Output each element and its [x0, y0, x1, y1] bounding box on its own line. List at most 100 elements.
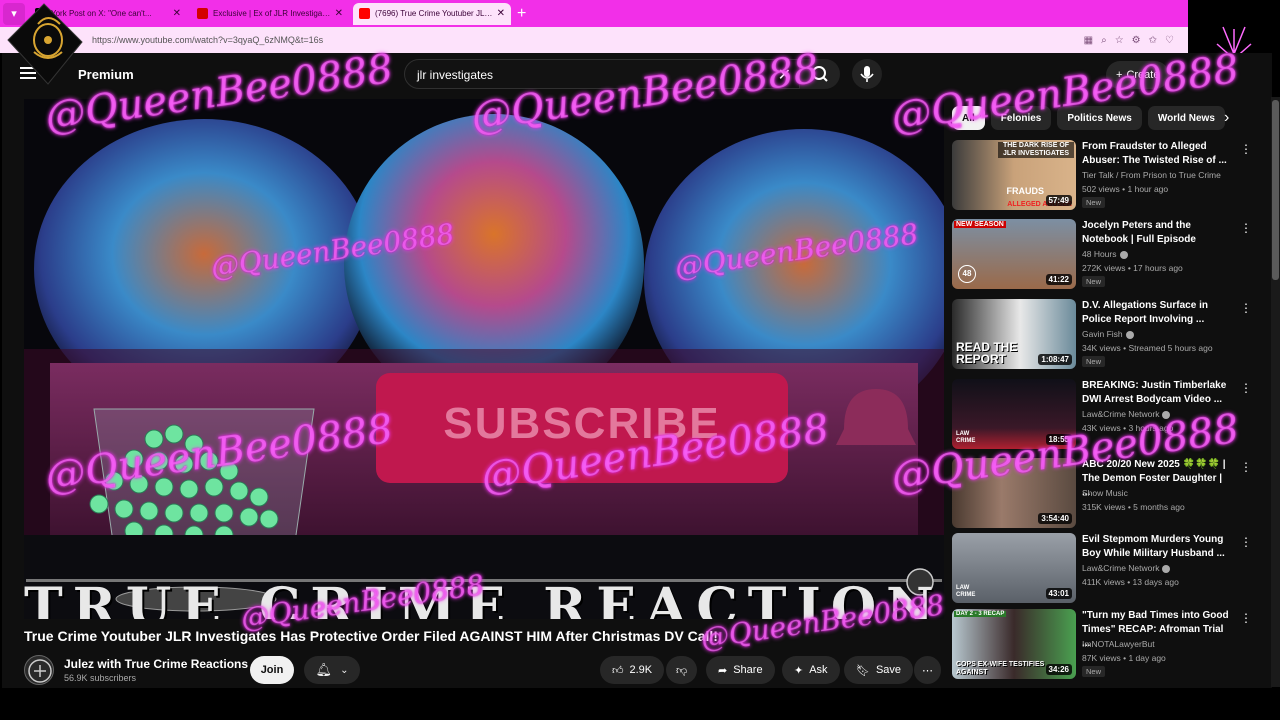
recommendation-meta: 502 views • 1 hour ago: [1082, 184, 1169, 194]
notifications-button[interactable]: 🔔︎ ⌄: [304, 656, 360, 684]
close-tab-icon[interactable]: ✕: [497, 8, 505, 19]
chip-world-news[interactable]: World News: [1147, 106, 1225, 130]
recommendation-channel[interactable]: Show Music: [1082, 488, 1128, 498]
more-vertical-icon[interactable]: ⋮: [1240, 221, 1252, 235]
youtube-icon: [359, 8, 370, 19]
video-thumbnail[interactable]: NEW SEASON 48 41:22: [952, 219, 1076, 289]
channel-row: Julez with True Crime Reactions 56.9K su…: [24, 653, 944, 687]
channel-label: 48 Hours: [1082, 249, 1117, 259]
recommendation-channel[interactable]: Gavin Fish: [1082, 329, 1134, 339]
recommendation-meta: 272K views • 17 hours ago: [1082, 263, 1183, 273]
search-icon: [812, 66, 828, 82]
channel-label: Gavin Fish: [1082, 329, 1123, 339]
thumbnail-caption: NEW SEASON: [954, 221, 1006, 228]
channel-name[interactable]: Julez with True Crime Reactions: [64, 657, 248, 671]
recommendation-channel[interactable]: ImNOTALawyerBut: [1082, 639, 1155, 649]
chevron-down-icon: ⌄: [340, 664, 349, 676]
browser-tab[interactable]: Exclusive | Ex of JLR Investigates al...…: [191, 3, 349, 25]
more-vertical-icon[interactable]: ⋮: [1240, 142, 1252, 156]
recommendation-title[interactable]: From Fraudster to Alleged Abuser: The Tw…: [1082, 140, 1232, 168]
dislike-button[interactable]: 👎︎: [666, 656, 698, 684]
heart-icon[interactable]: ♡: [1165, 35, 1174, 46]
thumbnail-caption: COPS EX-WIFE TESTIFIES AGAINST: [956, 661, 1045, 676]
save-label: Save: [875, 664, 902, 676]
recommendation-title[interactable]: Jocelyn Peters and the Notebook | Full E…: [1082, 219, 1232, 247]
ask-button[interactable]: ✦ Ask: [782, 656, 840, 684]
plus-icon: +: [1116, 69, 1123, 81]
recommendation-item[interactable]: LAW CRIME 18:55 BREAKING: Justin Timberl…: [952, 379, 1252, 453]
zoom-icon[interactable]: ⌕: [1101, 35, 1107, 46]
bookmark-icon: 🔖︎: [856, 664, 870, 677]
subscribe-overlay-text: SUBSCRIBE: [443, 399, 721, 448]
share-button[interactable]: ➦ Share: [706, 656, 775, 684]
save-button[interactable]: 🔖︎ Save: [844, 656, 914, 684]
chip-politics-news[interactable]: Politics News: [1057, 106, 1142, 130]
recommendation-item[interactable]: DAY 2 - 3 RECAP COPS EX-WIFE TESTIFIES A…: [952, 609, 1252, 683]
close-tab-icon[interactable]: ✕: [335, 8, 343, 19]
clear-search-icon[interactable]: ✕: [778, 65, 791, 85]
browser-tab-bar: ▾ X York Post on X: "One can't... ✕ Excl…: [0, 0, 1188, 27]
video-thumbnail[interactable]: LAW CRIME 18:55: [952, 379, 1076, 449]
verified-icon: [1162, 410, 1171, 419]
like-button[interactable]: 👍︎ 2.9K: [600, 656, 665, 684]
recommendation-item[interactable]: LAW CRIME 43:01 Evil Stepmom Murders You…: [952, 533, 1252, 607]
browser-tab-active[interactable]: (7696) True Crime Youtuber JLR Inv... ✕: [353, 2, 511, 25]
video-duration: 43:01: [1045, 588, 1072, 599]
recommendation-item[interactable]: READ THE REPORT 1:08:47 D.V. Allegations…: [952, 299, 1252, 373]
video-duration: 41:22: [1045, 274, 1072, 285]
new-badge: New: [1082, 197, 1106, 208]
recommendation-title[interactable]: D.V. Allegations Surface in Police Repor…: [1082, 299, 1232, 327]
more-vertical-icon[interactable]: ⋮: [1240, 301, 1252, 315]
bookmark-star-icon[interactable]: ☆: [1115, 35, 1124, 46]
new-tab-icon[interactable]: +: [517, 5, 526, 23]
recommendation-channel[interactable]: 48 Hours: [1082, 249, 1128, 259]
video-duration: 3:54:40: [1038, 513, 1072, 524]
thumbnail-caption: DAY 2 - 3 RECAP: [954, 611, 1007, 617]
recommendation-channel[interactable]: Law&Crime Network: [1082, 409, 1171, 419]
search-value: jlr investigates: [417, 68, 494, 82]
close-tab-icon[interactable]: ✕: [173, 8, 181, 19]
voice-search-button[interactable]: [852, 59, 882, 89]
recommendation-item[interactable]: 3:54:40 ABC 20/20 New 2025 🍀🍀🍀 | The Dem…: [952, 458, 1252, 532]
recommendation-channel[interactable]: Law&Crime Network: [1082, 563, 1171, 573]
extension-icon[interactable]: ⚙: [1132, 35, 1141, 46]
recommendation-item[interactable]: THE DARK RISE OF JLR INVESTIGATES FRAUDS…: [952, 140, 1252, 214]
nypost-icon: [197, 8, 208, 19]
video-thumbnail[interactable]: THE DARK RISE OF JLR INVESTIGATES FRAUDS…: [952, 140, 1076, 210]
recommendation-title[interactable]: Evil Stepmom Murders Young Boy While Mil…: [1082, 533, 1232, 561]
video-player[interactable]: SUBSCRIBE TRUE CRIME REACTIONS: [24, 99, 944, 619]
video-thumbnail[interactable]: DAY 2 - 3 RECAP COPS EX-WIFE TESTIFIES A…: [952, 609, 1076, 679]
apps-icon[interactable]: ▦: [1084, 35, 1093, 46]
scrollbar-thumb[interactable]: [1272, 100, 1279, 280]
search-button[interactable]: [800, 59, 840, 89]
search-input[interactable]: jlr investigates ✕: [404, 59, 800, 89]
video-thumbnail[interactable]: LAW CRIME 43:01: [952, 533, 1076, 603]
thumbs-down-icon: 👎︎: [676, 664, 688, 677]
youtube-header: Premium jlr investigates ✕ + Create: [2, 53, 1188, 97]
more-actions-button[interactable]: ⋯: [914, 656, 941, 684]
verified-icon: [1119, 250, 1128, 259]
more-vertical-icon[interactable]: ⋮: [1240, 460, 1252, 474]
video-thumbnail[interactable]: READ THE REPORT 1:08:47: [952, 299, 1076, 369]
youtube-premium-logo[interactable]: Premium: [78, 67, 134, 82]
chevron-right-icon[interactable]: ›: [1224, 109, 1229, 127]
more-vertical-icon[interactable]: ⋮: [1240, 611, 1252, 625]
join-button[interactable]: Join: [250, 656, 294, 684]
new-badge: New: [1082, 356, 1106, 367]
more-vertical-icon[interactable]: ⋮: [1240, 535, 1252, 549]
thumbnail-caption: FRAUDS: [1006, 186, 1045, 196]
recommendation-title[interactable]: BREAKING: Justin Timberlake DWI Arrest B…: [1082, 379, 1232, 407]
chip-all[interactable]: All: [952, 106, 985, 130]
url-field[interactable]: https://www.youtube.com/watch?v=3qyaQ_6z…: [92, 35, 1084, 45]
true-crime-reactions-banner: TRUE CRIME REACTIONS: [24, 577, 944, 619]
recommendation-channel[interactable]: Tier Talk / From Prison to True Crime: [1082, 170, 1221, 180]
recommendation-item[interactable]: NEW SEASON 48 41:22 Jocelyn Peters and t…: [952, 219, 1252, 293]
video-thumbnail[interactable]: 3:54:40: [952, 458, 1076, 528]
more-vertical-icon[interactable]: ⋮: [1240, 381, 1252, 395]
chip-felonies[interactable]: Felonies: [990, 106, 1052, 130]
favorites-icon[interactable]: ✩: [1149, 35, 1157, 46]
create-button[interactable]: + Create: [1106, 61, 1170, 89]
channel-avatar[interactable]: [24, 655, 54, 685]
video-duration: 34:26: [1045, 664, 1072, 675]
share-label: Share: [733, 664, 763, 676]
